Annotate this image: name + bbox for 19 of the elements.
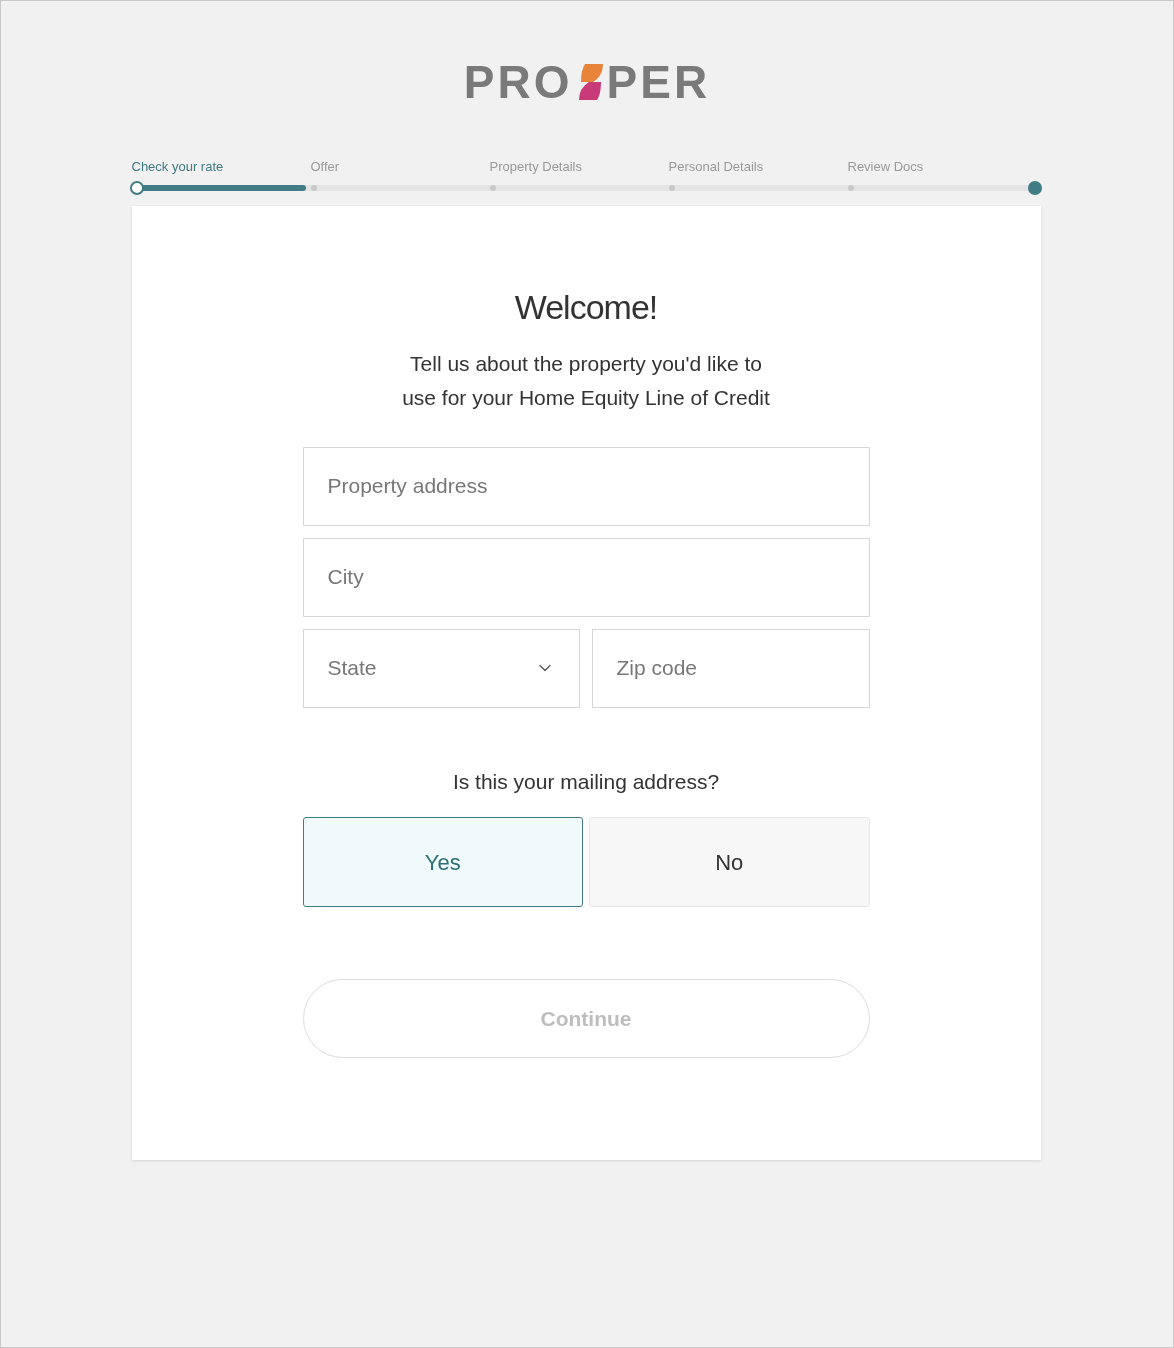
step-label: Review Docs: [847, 158, 925, 176]
logo-text: PRO: [463, 59, 573, 105]
zip-field[interactable]: Zip code: [591, 628, 870, 708]
step-label: Personal Details: [668, 158, 765, 176]
state-dropdown[interactable]: State: [302, 628, 580, 708]
intro-text: use for your Home Equity Line of Credit: [402, 384, 770, 411]
mailing-question: Is this your mailing address?: [452, 768, 720, 795]
end-marker: [1027, 180, 1042, 195]
step-label: Property Details: [489, 158, 583, 176]
step-label: Offer: [310, 158, 341, 176]
intro-text: Tell us about the property you'd like to: [410, 350, 762, 377]
answer-option[interactable]: Yes: [302, 817, 583, 907]
welcome-heading: Welcome!: [514, 286, 658, 328]
start-marker: [129, 180, 144, 195]
logo-text: PER: [606, 59, 711, 105]
step-label: Check your rate: [131, 158, 225, 176]
answer-option[interactable]: No: [589, 817, 870, 907]
city-field[interactable]: City: [302, 537, 870, 617]
address-field[interactable]: Property address: [302, 446, 870, 526]
